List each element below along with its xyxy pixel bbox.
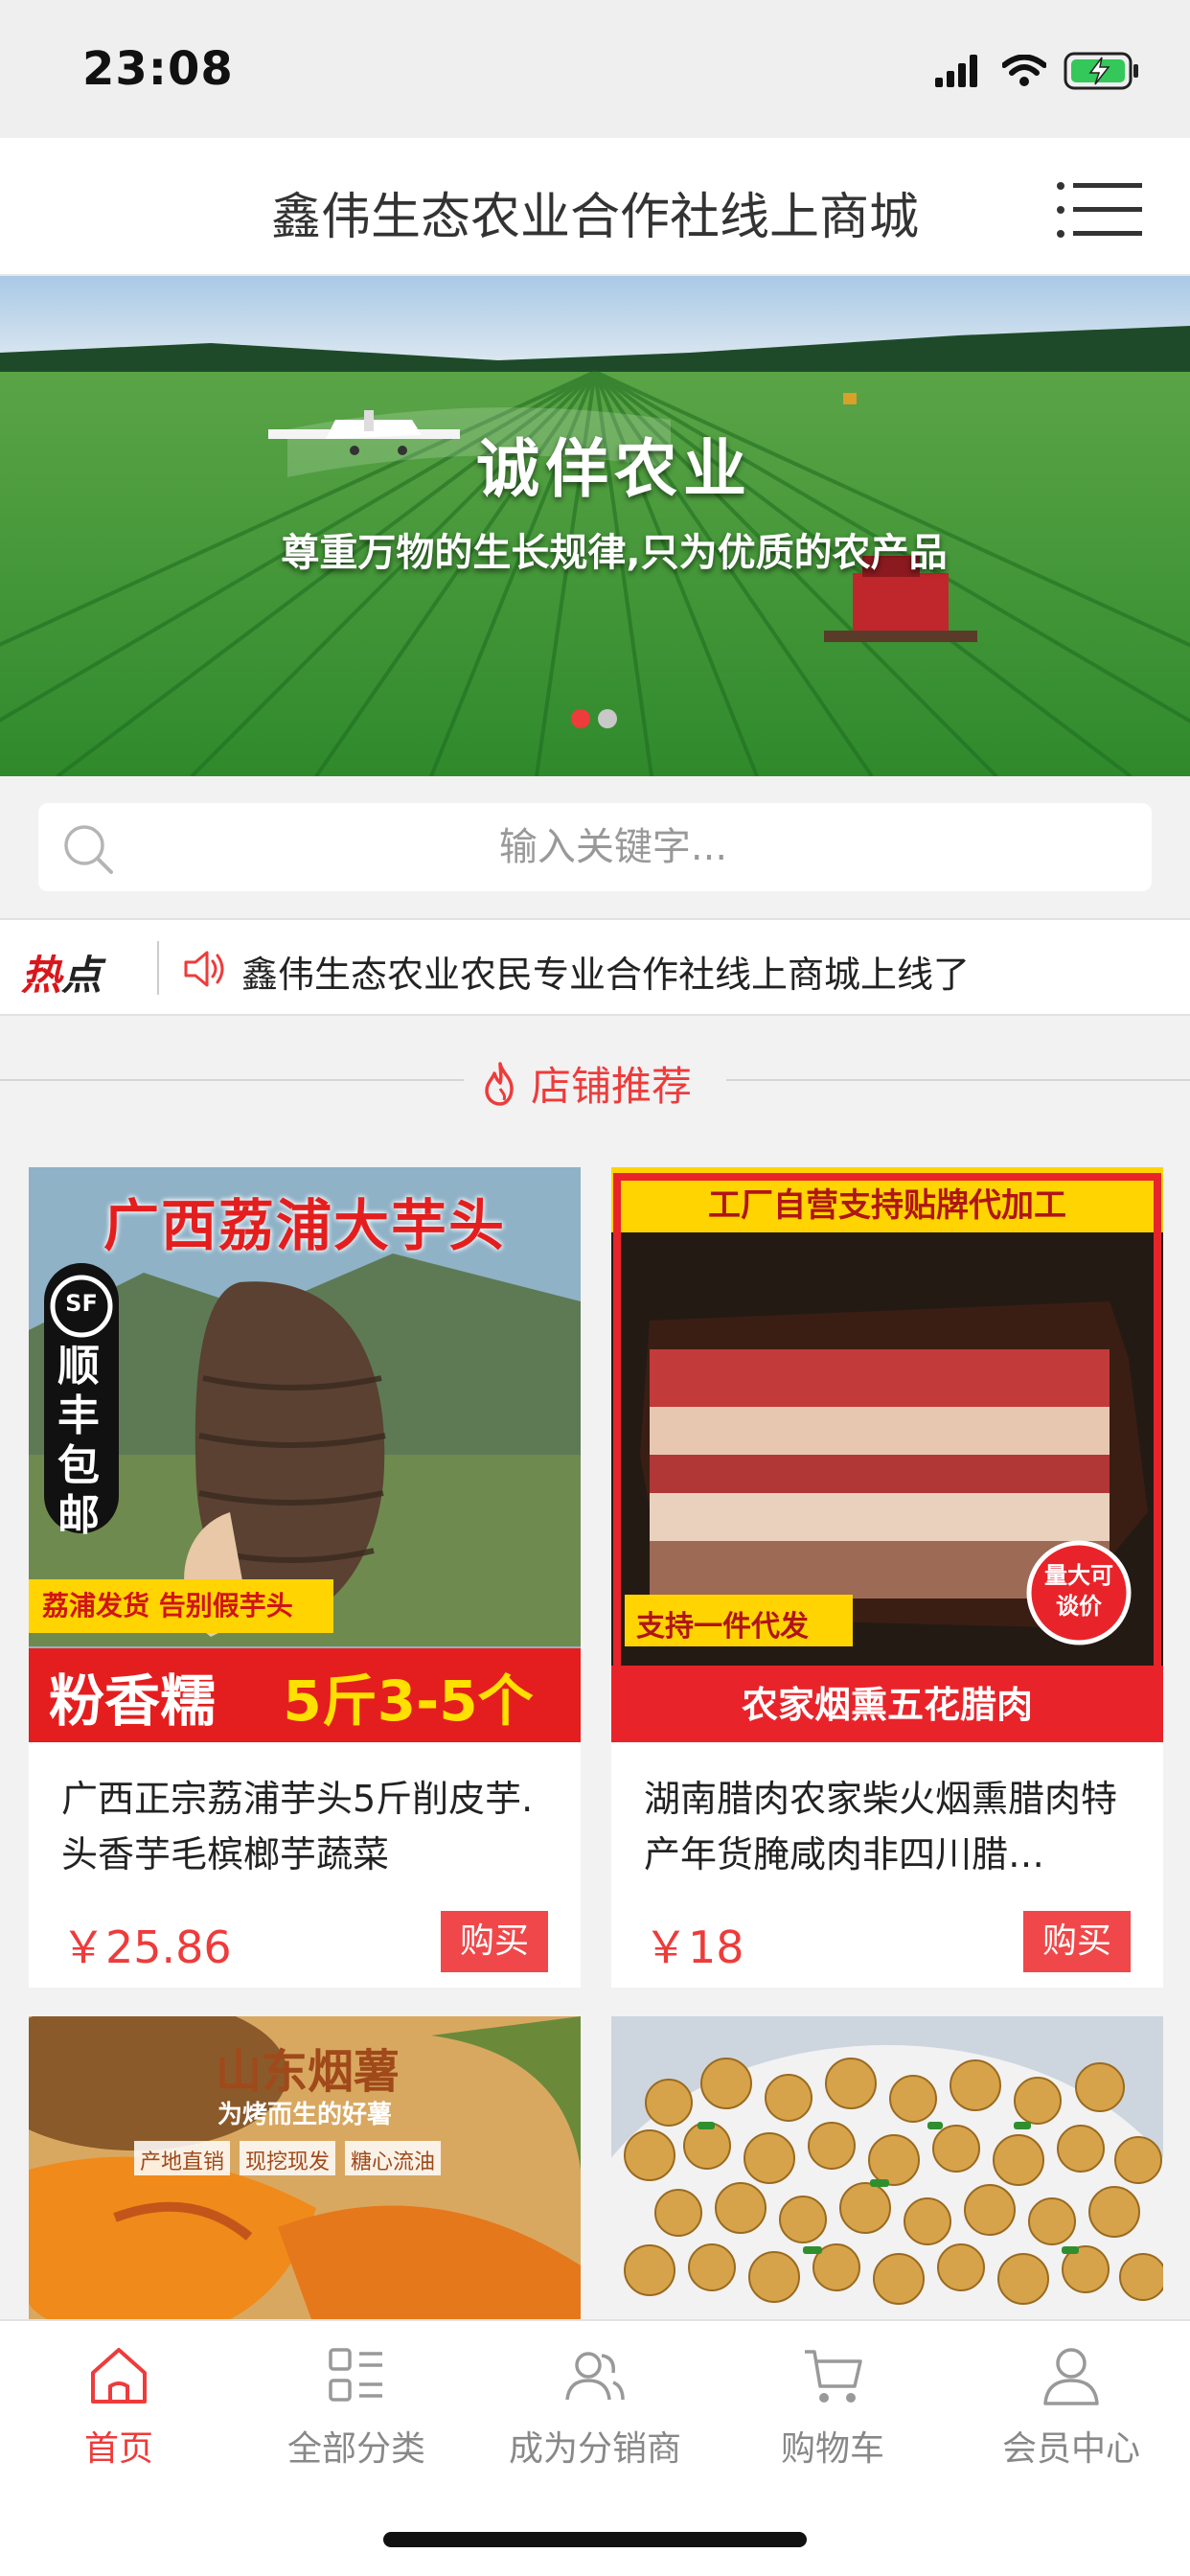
tab-cart[interactable]: 购物车: [714, 2342, 951, 2486]
product-price: ￥18: [644, 1921, 744, 1973]
hot-news-bar[interactable]: 热点 鑫伟生态农业农民专业合作社线上商城上线了: [0, 918, 1190, 1016]
image-tag-3: 糖心流油: [350, 2150, 435, 2174]
negotiable-badge-text: 量大可谈价: [1044, 1562, 1113, 1620]
sf-logo-text: SF: [65, 1290, 98, 1317]
bacon-photo: [611, 1167, 1163, 1742]
tab-distributor[interactable]: 成为分销商: [476, 2342, 714, 2486]
banner-title: 诚佯农业: [476, 432, 752, 506]
banner-subtitle: 尊重万物的生长规律,只为优质的农产品: [281, 531, 948, 575]
battery-icon: [1064, 52, 1138, 90]
product-card[interactable]: 广西荔浦大芋头 SF 顺丰包邮 荔浦发货 告别假芋头 粉香糯 5斤3-5个 广西…: [29, 1167, 581, 1988]
fire-icon: [485, 1061, 514, 1106]
product-grid: 广西荔浦大芋头 SF 顺丰包邮 荔浦发货 告别假芋头 粉香糯 5斤3-5个 广西…: [0, 1140, 1190, 2319]
image-title-text: 山东烟薯: [215, 2045, 400, 2099]
status-bar: 23:08: [0, 0, 1190, 138]
image-tag-text: 支持一件代发: [636, 1610, 809, 1644]
tab-label: 全部分类: [286, 2429, 425, 2469]
image-subtitle-text: 为烤而生的好薯: [217, 2101, 392, 2129]
hot-news-text[interactable]: 鑫伟生态农业农民专业合作社线上商城上线了: [241, 945, 970, 998]
carousel-dots: [571, 709, 617, 728]
speaker-icon: [184, 951, 224, 987]
cart-icon: [805, 2350, 862, 2403]
home-icon: [91, 2348, 147, 2404]
image-title-text: 广西荔浦大芋头: [103, 1193, 506, 1258]
product-image[interactable]: 工厂自营支持贴牌代加工 支持一件代发 量大可谈价 农家烟熏五花腊肉: [611, 1167, 1163, 1742]
page-title: 鑫伟生态农业合作社线上商城: [270, 189, 919, 246]
product-card[interactable]: [611, 2016, 1163, 2319]
hot-label: 热点: [21, 943, 102, 1001]
product-image[interactable]: 广西荔浦大芋头 SF 顺丰包邮 荔浦发货 告别假芋头 粉香糯 5斤3-5个: [29, 1167, 581, 1742]
shipping-badge-text: 顺丰包邮: [57, 1342, 100, 1540]
tab-label: 首页: [83, 2429, 153, 2469]
status-icons: [935, 50, 1140, 92]
section-title-text: 店铺推荐: [531, 1063, 693, 1110]
tab-label: 成为分销商: [508, 2429, 681, 2469]
divider: [157, 941, 159, 995]
banner-carousel[interactable]: 诚佯农业 尊重万物的生长规律,只为优质的农产品: [0, 276, 1190, 776]
product-name[interactable]: 湖南腊肉农家柴火烟熏腊肉特产年货腌咸肉非四川腊…: [644, 1771, 1133, 1882]
user-icon: [1043, 2348, 1099, 2405]
image-title-text: 工厂自营支持贴牌代加工: [708, 1186, 1066, 1225]
image-bottom-text: 农家烟熏五花腊肉: [741, 1684, 1033, 1726]
search-section: [0, 776, 1190, 916]
tab-categories[interactable]: 全部分类: [238, 2342, 475, 2486]
section-title: 店铺推荐: [481, 1054, 692, 1113]
search-icon: [64, 825, 113, 874]
tab-label: 会员中心: [1001, 2429, 1140, 2469]
product-image[interactable]: 山东烟薯 为烤而生的好薯 产地直销 现挖现发 糖心流油: [29, 2016, 581, 2319]
search-box[interactable]: [38, 803, 1152, 891]
wifi-icon: [1002, 55, 1046, 86]
hot-label-dark: 点: [61, 952, 103, 999]
image-bottom-right-text: 5斤3-5个: [283, 1668, 534, 1734]
nav-bar: 鑫伟生态农业合作社线上商城: [0, 138, 1190, 276]
tab-label: 购物车: [780, 2429, 884, 2469]
image-bottom-left-text: 粉香糯: [48, 1668, 216, 1734]
search-input[interactable]: [134, 803, 1092, 891]
tab-member-center[interactable]: 会员中心: [952, 2342, 1190, 2486]
status-time: 23:08: [82, 42, 234, 96]
product-image[interactable]: [611, 2016, 1163, 2319]
carousel-dot-active[interactable]: [571, 709, 590, 728]
signal-icon: [935, 55, 977, 87]
image-tag-1: 产地直销: [139, 2150, 224, 2174]
product-name[interactable]: 广西正宗荔浦芋头5斤削皮芋.头香芋毛槟榔芋蔬菜: [61, 1771, 550, 1882]
buy-button[interactable]: 购买: [1023, 1911, 1131, 1972]
tab-home[interactable]: 首页: [0, 2342, 238, 2486]
buy-button[interactable]: 购买: [441, 1911, 548, 1972]
divider: [0, 1079, 464, 1081]
users-icon: [565, 2352, 625, 2401]
product-card[interactable]: 山东烟薯 为烤而生的好薯 产地直销 现挖现发 糖心流油: [29, 2016, 581, 2319]
section-header: 店铺推荐: [0, 1016, 1190, 1140]
potato-dish-photo: [611, 2016, 1163, 2319]
product-price: ￥25.86: [61, 1921, 232, 1973]
category-icon: [329, 2348, 382, 2402]
image-tag-2: 现挖现发: [244, 2150, 330, 2174]
carousel-dot[interactable]: [598, 709, 617, 728]
home-indicator: [383, 2532, 807, 2547]
divider: [726, 1079, 1190, 1081]
product-card[interactable]: 工厂自营支持贴牌代加工 支持一件代发 量大可谈价 农家烟熏五花腊肉 湖南腊肉农家…: [611, 1167, 1163, 1988]
hot-label-red: 热: [21, 952, 62, 999]
image-tag-text: 荔浦发货 告别假芋头: [42, 1590, 293, 1622]
menu-icon[interactable]: [1056, 180, 1144, 240]
